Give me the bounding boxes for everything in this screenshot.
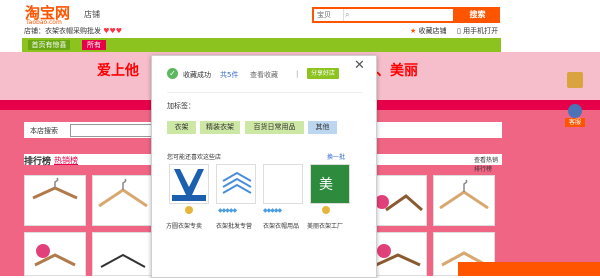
rec-shop-logo[interactable]: 美 [310,164,350,204]
rec-shop-label[interactable]: 衣架衣帽用品 [263,221,299,230]
hanger-image [98,178,148,208]
favorite-popup: ✕ ✓ 收藏成功 共5件 查看收藏 | 分享好店 加标签： 衣架 精装衣架 百货… [151,55,377,278]
favorite-shop-link[interactable]: 收藏店铺 [419,27,447,35]
logo-text: 美 [319,177,333,193]
product-tile[interactable] [92,175,154,226]
tag-chip[interactable]: 其他 [308,121,337,134]
refresh-recs-link[interactable]: 换一批 [327,152,345,161]
hanger-image [32,177,78,200]
fav-status: 收藏成功 [183,71,211,79]
shop-logo-image [217,165,255,203]
diamond-icon: ◆◆◆◆◆ [263,207,282,214]
shop-info-left: 店铺：衣架衣帽采购批发 ♥♥♥ [24,26,122,36]
shop-logo-image: 美 [311,165,349,203]
check-icon: ✓ [167,68,178,79]
tags-title: 加标签： [167,102,195,110]
shop-info-right: ★ 收藏店铺 ▯ 用手机打开 [410,26,498,36]
hanger-image [100,253,146,268]
separator: | [296,70,299,78]
shop-title[interactable]: 店铺：衣架衣帽采购批发 [24,27,101,35]
share-shop-button[interactable]: 分享好店 [307,68,339,79]
tag-chip[interactable]: 百货日常用品 [245,121,304,134]
search-button[interactable]: 搜索 [455,7,500,23]
nav-item-all[interactable]: 所有 [82,40,106,50]
service-icon[interactable] [567,72,583,88]
product-tile[interactable] [92,232,154,276]
tag-chip[interactable]: 衣架 [167,121,196,134]
hanger-image [439,179,489,210]
recommendations-title: 您可能还喜欢这些店 [167,154,222,161]
shop-search-input[interactable] [70,124,156,137]
hanger-image [34,244,76,267]
shop-info-bar: 店铺：衣架衣帽采购批发 ♥♥♥ ★ 收藏店铺 ▯ 用手机打开 [0,24,600,37]
phone-icon: ▯ [456,27,461,35]
diamond-icon: ◆◆◆◆◆ [218,207,237,214]
banner-text-left: 爱上他 [97,63,139,79]
divider [167,92,362,93]
rec-shop-label[interactable]: 方圆衣架专卖 [166,221,202,230]
rec-shop-label[interactable]: 衣架批发专营 [216,221,252,230]
crown-icon [185,206,193,214]
rec-shop-logo[interactable] [169,164,209,204]
search-scope-select[interactable]: 宝贝 [314,9,344,21]
search-input[interactable] [342,9,460,21]
heart-rating-icon: ♥♥♥ [103,27,123,35]
ranking-title: 排行榜 [24,157,52,167]
product-tile[interactable] [24,175,86,226]
service-badge[interactable]: 客服 [565,118,585,127]
product-tile[interactable] [433,175,495,226]
tag-chip[interactable]: 精装衣架 [200,121,240,134]
shop-logo-image [170,165,208,203]
fav-count-link[interactable]: 共5件 [220,70,238,80]
shop-search-label: 本店搜索 [30,127,58,135]
close-icon[interactable]: ✕ [354,58,365,73]
ranking-tab[interactable]: 热销榜 [54,155,78,166]
avatar-icon[interactable] [568,104,582,118]
rec-shop-logo[interactable] [263,164,303,204]
shop-label[interactable]: 店铺 [84,9,100,20]
star-icon: ★ [410,27,417,35]
search-box: 宝贝 ⌕ [312,7,460,23]
shop-nav: 首页有惊喜 所有 [22,38,501,52]
ranking-more-link[interactable]: 查看热销排行榜 [474,155,502,173]
view-favorites-link[interactable]: 查看收藏 [250,70,278,80]
rec-shop-logo[interactable] [216,164,256,204]
product-tile[interactable] [24,232,86,276]
rec-shop-label[interactable]: 美丽衣架工厂 [307,221,343,230]
mobile-link[interactable]: 用手机打开 [463,27,498,35]
nav-item-home[interactable]: 首页有惊喜 [28,40,70,50]
banner-text-right: 、美丽 [376,63,418,79]
bottom-toolbar[interactable] [458,262,600,276]
crown-icon [322,206,330,214]
